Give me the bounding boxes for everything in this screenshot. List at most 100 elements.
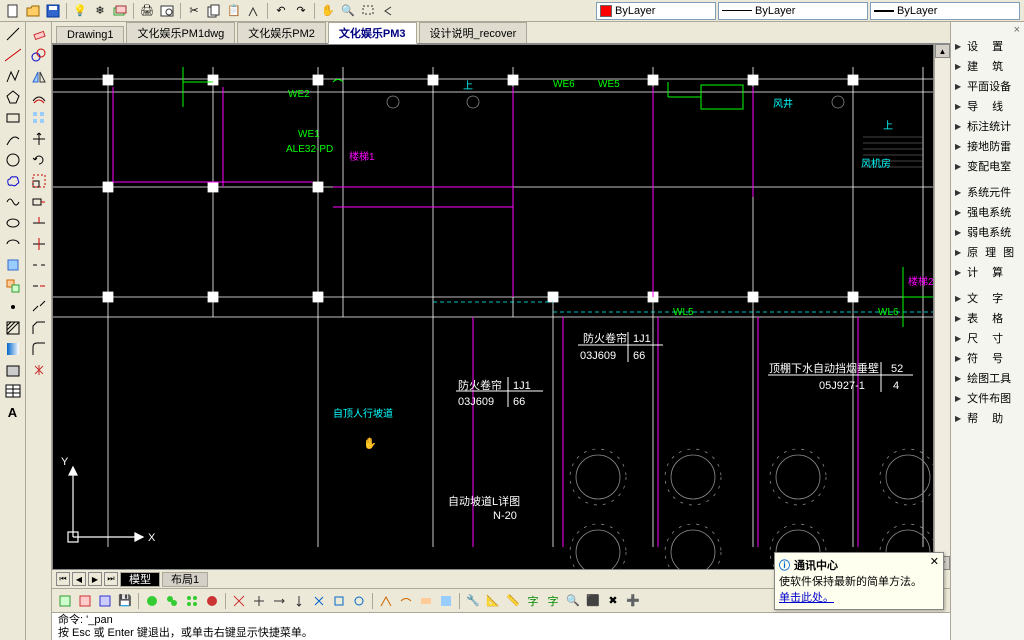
array-icon[interactable] — [29, 108, 49, 128]
pline-icon[interactable] — [3, 66, 23, 86]
paste-icon[interactable]: 📋 — [225, 2, 243, 20]
drawing-tab-3[interactable]: 文化娱乐PM3 — [328, 22, 417, 44]
erase-icon[interactable] — [29, 24, 49, 44]
btool-11-icon[interactable] — [270, 592, 288, 610]
btool-13-icon[interactable] — [310, 592, 328, 610]
lineweight-combo[interactable]: ByLayer — [870, 2, 1020, 20]
xline-icon[interactable] — [3, 45, 23, 65]
ellipse-icon[interactable] — [3, 213, 23, 233]
spline-icon[interactable] — [3, 192, 23, 212]
hatch-icon[interactable] — [3, 318, 23, 338]
layout1-tab[interactable]: 布局1 — [162, 572, 208, 587]
right-panel-item-16[interactable]: ▶绘图工具 — [951, 368, 1024, 388]
btool-26-icon[interactable]: ⬛ — [584, 592, 602, 610]
right-panel-item-11[interactable]: ▶计算 — [951, 262, 1024, 282]
join-icon[interactable] — [29, 297, 49, 317]
btool-7-icon[interactable] — [183, 592, 201, 610]
btool-5-icon[interactable] — [143, 592, 161, 610]
match-icon[interactable] — [245, 2, 263, 20]
chamfer-icon[interactable] — [29, 318, 49, 338]
right-panel-item-2[interactable]: ▶平面设备 — [951, 76, 1024, 96]
btool-28-icon[interactable]: ➕ — [624, 592, 642, 610]
scale-icon[interactable] — [29, 171, 49, 191]
preview-icon[interactable] — [158, 2, 176, 20]
btool-20-icon[interactable]: 🔧 — [464, 592, 482, 610]
region-icon[interactable] — [3, 360, 23, 380]
zoom-prev-icon[interactable] — [379, 2, 397, 20]
break2-icon[interactable] — [29, 276, 49, 296]
table-icon[interactable] — [3, 381, 23, 401]
lightbulb-icon[interactable]: 💡 — [71, 2, 89, 20]
btool-19-icon[interactable] — [437, 592, 455, 610]
btool-4-icon[interactable]: 💾 — [116, 592, 134, 610]
btool-23-icon[interactable]: 字 — [524, 592, 542, 610]
print-icon[interactable]: 🖨 — [138, 2, 156, 20]
rotate-icon[interactable] — [29, 150, 49, 170]
cut-icon[interactable]: ✂ — [185, 2, 203, 20]
explode-icon[interactable] — [29, 360, 49, 380]
drawing-canvas[interactable]: Y X ✋ WE2 WE1 WE6 WE5 ALE32-PD 楼梯1 楼梯2 风… — [52, 44, 934, 570]
right-panel-item-17[interactable]: ▶文件布图 — [951, 388, 1024, 408]
right-panel-item-15[interactable]: ▶符号 — [951, 348, 1024, 368]
fillet-icon[interactable] — [29, 339, 49, 359]
revcloud-icon[interactable] — [3, 171, 23, 191]
linetype-combo[interactable]: ByLayer — [718, 2, 868, 20]
btool-9-icon[interactable] — [230, 592, 248, 610]
gradient-icon[interactable] — [3, 339, 23, 359]
btool-6-icon[interactable] — [163, 592, 181, 610]
rectangle-icon[interactable] — [3, 108, 23, 128]
new-icon[interactable] — [4, 2, 22, 20]
point-icon[interactable] — [3, 297, 23, 317]
btool-21-icon[interactable]: 📐 — [484, 592, 502, 610]
open-icon[interactable] — [24, 2, 42, 20]
right-panel-item-14[interactable]: ▶尺寸 — [951, 328, 1024, 348]
break-icon[interactable] — [29, 255, 49, 275]
panel-close-icon[interactable]: × — [951, 24, 1024, 36]
layer-icon[interactable] — [111, 2, 129, 20]
right-panel-item-18[interactable]: ▶帮助 — [951, 408, 1024, 428]
drawing-tab-4[interactable]: 设计说明_recover — [419, 22, 528, 43]
btool-8-icon[interactable] — [203, 592, 221, 610]
polygon-icon[interactable] — [3, 87, 23, 107]
btool-27-icon[interactable]: ✖ — [604, 592, 622, 610]
right-panel-item-9[interactable]: ▶弱电系统 — [951, 222, 1024, 242]
right-panel-item-5[interactable]: ▶接地防雷 — [951, 136, 1024, 156]
undo-icon[interactable]: ↶ — [272, 2, 290, 20]
freeze-icon[interactable]: ❄ — [91, 2, 109, 20]
btool-10-icon[interactable] — [250, 592, 268, 610]
command-line[interactable]: 命令: '_pan 按 Esc 或 Enter 键退出，或单击右键显示快捷菜单。 — [52, 612, 950, 640]
btool-16-icon[interactable] — [377, 592, 395, 610]
right-panel-item-13[interactable]: ▶表格 — [951, 308, 1024, 328]
notif-close-icon[interactable]: ✕ — [930, 555, 939, 568]
right-panel-item-6[interactable]: ▶变配电室 — [951, 156, 1024, 176]
btool-3-icon[interactable] — [96, 592, 114, 610]
circle-icon[interactable] — [3, 150, 23, 170]
btool-12-icon[interactable] — [290, 592, 308, 610]
drawing-tab-0[interactable]: Drawing1 — [56, 26, 124, 43]
right-panel-item-8[interactable]: ▶强电系统 — [951, 202, 1024, 222]
btool-2-icon[interactable] — [76, 592, 94, 610]
right-panel-item-3[interactable]: ▶导线 — [951, 96, 1024, 116]
offset-icon[interactable] — [29, 87, 49, 107]
stretch-icon[interactable] — [29, 192, 49, 212]
btool-24-icon[interactable]: 字 — [544, 592, 562, 610]
mirror-icon[interactable] — [29, 66, 49, 86]
extend-icon[interactable] — [29, 234, 49, 254]
btool-22-icon[interactable]: 📏 — [504, 592, 522, 610]
arc-icon[interactable] — [3, 129, 23, 149]
tab-nav-last-icon[interactable]: ⏭ — [104, 572, 118, 586]
redo-icon[interactable]: ↷ — [292, 2, 310, 20]
btool-17-icon[interactable] — [397, 592, 415, 610]
scroll-up-icon[interactable]: ▲ — [935, 44, 950, 58]
vertical-scrollbar[interactable]: ▲ ▼ — [934, 44, 950, 570]
btool-18-icon[interactable] — [417, 592, 435, 610]
copy-obj-icon[interactable] — [29, 45, 49, 65]
btool-1-icon[interactable] — [56, 592, 74, 610]
line-icon[interactable] — [3, 24, 23, 44]
tab-nav-next-icon[interactable]: ▶ — [88, 572, 102, 586]
btool-15-icon[interactable] — [350, 592, 368, 610]
model-tab[interactable]: 模型 — [120, 572, 160, 587]
right-panel-item-12[interactable]: ▶文字 — [951, 288, 1024, 308]
right-panel-item-4[interactable]: ▶标注统计 — [951, 116, 1024, 136]
drawing-tab-2[interactable]: 文化娱乐PM2 — [237, 22, 326, 43]
